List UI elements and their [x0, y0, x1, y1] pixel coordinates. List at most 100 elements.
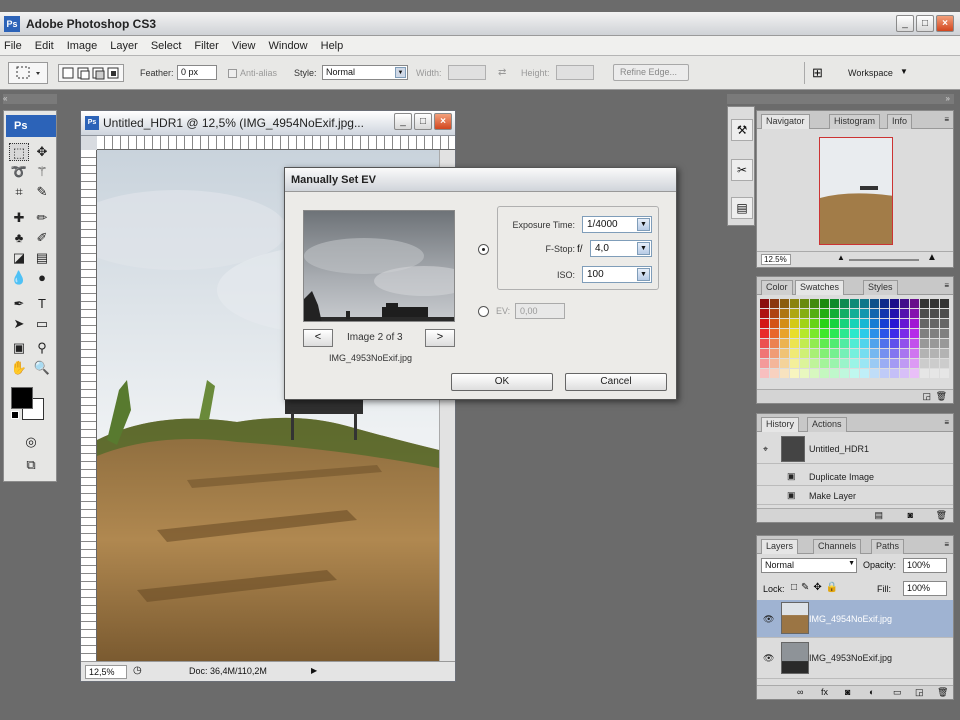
- workspace-icon[interactable]: ⊞: [812, 65, 823, 81]
- cancel-button[interactable]: Cancel: [565, 373, 667, 391]
- antialias-checkbox[interactable]: [228, 69, 237, 78]
- new-group-icon[interactable]: ▭: [893, 687, 902, 698]
- color-swatch[interactable]: [870, 339, 879, 348]
- color-swatch[interactable]: [890, 299, 899, 308]
- color-swatch[interactable]: [890, 319, 899, 328]
- color-swatch[interactable]: [770, 339, 779, 348]
- link-layers-icon[interactable]: ∞: [797, 687, 803, 697]
- color-swatch[interactable]: [780, 349, 789, 358]
- color-swatch[interactable]: [900, 349, 909, 358]
- panel-menu-icon[interactable]: ≡: [944, 540, 949, 549]
- menu-window[interactable]: Window: [269, 40, 308, 52]
- menu-edit[interactable]: Edit: [35, 40, 54, 52]
- feather-input[interactable]: 0 px: [177, 65, 217, 80]
- color-swatch[interactable]: [940, 359, 949, 368]
- color-swatch[interactable]: [790, 359, 799, 368]
- menu-layer[interactable]: Layer: [110, 40, 138, 52]
- eyedropper-tool-icon[interactable]: ⚲: [32, 339, 52, 357]
- color-swatch[interactable]: [850, 369, 859, 378]
- color-swatch[interactable]: [880, 319, 889, 328]
- default-colors-icon[interactable]: [11, 411, 19, 419]
- lock-icons[interactable]: □✎✥🔒: [791, 582, 842, 593]
- color-swatch[interactable]: [920, 349, 929, 358]
- color-swatch[interactable]: [780, 329, 789, 338]
- new-layer-icon[interactable]: ◲: [915, 687, 924, 698]
- fill-input[interactable]: 100%: [903, 581, 947, 596]
- color-swatch[interactable]: [790, 319, 799, 328]
- tab-navigator[interactable]: Navigator: [761, 114, 810, 129]
- color-swatch[interactable]: [900, 329, 909, 338]
- color-swatch[interactable]: [830, 339, 839, 348]
- color-swatch[interactable]: [780, 309, 789, 318]
- blur-tool-icon[interactable]: 💧: [9, 269, 29, 287]
- color-swatch[interactable]: [940, 309, 949, 318]
- color-swatch[interactable]: [940, 299, 949, 308]
- swap-icon[interactable]: ⇄: [498, 67, 506, 78]
- color-swatch[interactable]: [830, 369, 839, 378]
- color-swatch[interactable]: [890, 329, 899, 338]
- marquee-tool-icon[interactable]: ⬚: [9, 143, 29, 161]
- type-tool-icon[interactable]: T: [32, 295, 52, 313]
- color-swatch[interactable]: [830, 359, 839, 368]
- color-swatch[interactable]: [840, 349, 849, 358]
- color-swatch[interactable]: [790, 369, 799, 378]
- healing-brush-tool-icon[interactable]: ✚: [9, 209, 29, 227]
- ok-button[interactable]: OK: [451, 373, 553, 391]
- brushes-panel-icon[interactable]: ⚒: [731, 119, 753, 141]
- color-swatch[interactable]: [840, 339, 849, 348]
- color-swatch[interactable]: [780, 369, 789, 378]
- color-swatch[interactable]: [870, 309, 879, 318]
- screen-mode-icon[interactable]: ⧉: [21, 456, 41, 474]
- color-swatch[interactable]: [820, 299, 829, 308]
- navigator-thumbnail[interactable]: [819, 137, 893, 245]
- tool-presets-panel-icon[interactable]: ✂: [731, 159, 753, 181]
- layer-comps-panel-icon[interactable]: ▤: [731, 197, 753, 219]
- trash-icon[interactable]: 🗑: [936, 391, 947, 402]
- color-swatch[interactable]: [840, 319, 849, 328]
- color-swatch[interactable]: [770, 369, 779, 378]
- color-swatch[interactable]: [920, 319, 929, 328]
- color-swatch[interactable]: [940, 339, 949, 348]
- color-swatch[interactable]: [860, 309, 869, 318]
- doc-maximize-button[interactable]: □: [414, 113, 432, 130]
- color-swatch[interactable]: [760, 329, 769, 338]
- color-swatch[interactable]: [850, 299, 859, 308]
- color-swatch[interactable]: [820, 329, 829, 338]
- iso-select[interactable]: 100 ▼: [582, 266, 652, 283]
- color-swatch[interactable]: [790, 309, 799, 318]
- color-swatch[interactable]: [820, 339, 829, 348]
- color-swatch[interactable]: [930, 369, 939, 378]
- menu-filter[interactable]: Filter: [194, 40, 218, 52]
- exposure-settings-radio[interactable]: [478, 244, 489, 255]
- eraser-tool-icon[interactable]: ◪: [9, 249, 29, 267]
- new-document-icon[interactable]: ▤: [874, 510, 883, 521]
- color-swatch[interactable]: [760, 359, 769, 368]
- color-swatch[interactable]: [830, 329, 839, 338]
- color-swatch[interactable]: [930, 329, 939, 338]
- color-swatch[interactable]: [890, 359, 899, 368]
- color-swatch[interactable]: [850, 309, 859, 318]
- color-swatch[interactable]: [940, 369, 949, 378]
- panel-menu-icon[interactable]: ≡: [944, 115, 949, 124]
- color-swatch[interactable]: [870, 329, 879, 338]
- navigator-zoom-field[interactable]: 12.5%: [761, 254, 791, 265]
- color-swatch[interactable]: [840, 369, 849, 378]
- lasso-tool-icon[interactable]: ➰: [9, 163, 29, 181]
- selection-mode-buttons[interactable]: [58, 64, 124, 82]
- color-swatch[interactable]: [860, 329, 869, 338]
- tab-color[interactable]: Color: [761, 280, 793, 295]
- slice-tool-icon[interactable]: ✎: [32, 183, 52, 201]
- dialog-title[interactable]: Manually Set EV: [285, 168, 676, 192]
- blend-mode-select[interactable]: Normal ▼: [761, 558, 857, 573]
- rectangle-tool-icon[interactable]: ▭: [32, 315, 52, 333]
- color-swatch[interactable]: [800, 359, 809, 368]
- zoom-in-icon[interactable]: ▲: [927, 252, 937, 263]
- panel-menu-icon[interactable]: ≡: [944, 281, 949, 290]
- color-swatch[interactable]: [870, 319, 879, 328]
- menu-file[interactable]: File: [4, 40, 22, 52]
- color-swatch[interactable]: [770, 299, 779, 308]
- trash-icon[interactable]: 🗑: [937, 687, 948, 698]
- ev-input[interactable]: 0,00: [515, 303, 565, 319]
- color-swatch[interactable]: [890, 309, 899, 318]
- tab-paths[interactable]: Paths: [871, 539, 905, 554]
